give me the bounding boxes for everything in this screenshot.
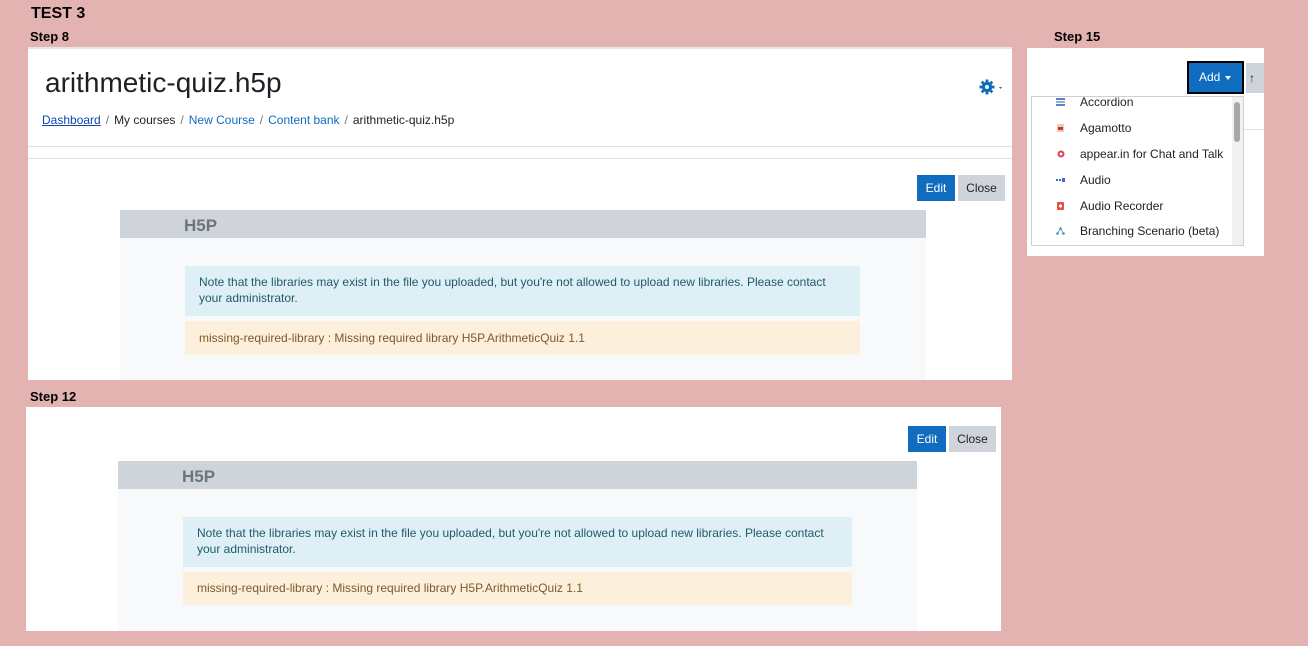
top-divider (28, 47, 1012, 49)
branching-scenario-icon (1056, 227, 1065, 235)
h5p-logo-icon: H5P (182, 467, 215, 485)
breadcrumb-new-course[interactable]: New Course (189, 113, 255, 127)
svg-text:H5P: H5P (184, 216, 217, 234)
test-title: TEST 3 (31, 5, 86, 22)
breadcrumb-content-bank[interactable]: Content bank (268, 113, 339, 127)
chevron-down-icon (1225, 75, 1232, 80)
close-button[interactable]: Close (949, 426, 996, 452)
h5p-header-bar: H5P (118, 461, 917, 489)
page-title: arithmetic-quiz.h5p (45, 67, 282, 98)
breadcrumb-my-courses: My courses (114, 113, 176, 127)
divider (1241, 129, 1264, 130)
audio-recorder-icon (1057, 202, 1064, 210)
h5p-header-bar: H5P (120, 210, 926, 238)
info-alert: Note that the libraries may exist in the… (183, 517, 852, 567)
upload-button[interactable]: ↑ (1246, 63, 1264, 93)
add-button[interactable]: Add (1187, 61, 1244, 94)
svg-text:H5P: H5P (182, 467, 215, 485)
close-button[interactable]: Close (958, 175, 1005, 201)
step12-screenshot: Edit Close H5P Note that the libraries m… (26, 407, 1001, 631)
add-dropdown-menu: Accordion Agamotto appear.in for Chat an… (1031, 96, 1244, 246)
divider (28, 146, 1012, 147)
menu-item-branching-scenario[interactable]: Branching Scenario (beta) (1032, 221, 1232, 243)
step15-screenshot: Add ↑ Accordion Agamotto appear.in for C… (1027, 48, 1264, 256)
chevron-down-icon (999, 87, 1002, 89)
gear-menu-button[interactable] (978, 77, 1008, 97)
menu-item-audio-recorder[interactable]: Audio Recorder (1032, 196, 1232, 218)
step15-label: Step 15 (1054, 29, 1101, 44)
info-alert: Note that the libraries may exist in the… (185, 266, 860, 316)
divider (28, 158, 1012, 159)
menu-item-agamotto[interactable]: Agamotto (1032, 118, 1232, 140)
upload-icon: ↑ (1249, 71, 1255, 85)
menu-item-audio[interactable]: Audio (1032, 170, 1232, 192)
breadcrumb: Dashboard / My courses / New Course / Content … (42, 113, 455, 127)
breadcrumb-current: arithmetic-quiz.h5p (352, 113, 455, 127)
agamotto-icon (1057, 124, 1064, 132)
audio-icon (1056, 178, 1065, 182)
gear-icon (979, 79, 1002, 95)
warning-alert: missing-required-library : Missing requi… (183, 572, 852, 605)
step12-label: Step 12 (30, 389, 77, 404)
step8-screenshot: arithmetic-quiz.h5p Dashboard / My courses… (28, 47, 1012, 380)
breadcrumb-dashboard[interactable]: Dashboard (42, 113, 101, 127)
appear-in-icon (1057, 150, 1065, 158)
edit-button[interactable]: Edit (917, 175, 955, 201)
h5p-content-frame: H5P Note that the libraries may exist in… (120, 210, 926, 380)
menu-item-appear-in[interactable]: appear.in for Chat and Talk (1032, 144, 1232, 166)
step8-label: Step 8 (30, 29, 70, 44)
warning-alert: missing-required-library : Missing requi… (185, 321, 860, 355)
menu-item-accordion[interactable]: Accordion (1032, 97, 1232, 114)
h5p-content-frame: H5P Note that the libraries may exist in… (118, 461, 917, 631)
scrollbar-thumb[interactable] (1234, 102, 1240, 142)
h5p-logo-icon: H5P (184, 216, 217, 234)
accordion-icon (1056, 98, 1065, 106)
edit-button[interactable]: Edit (908, 426, 946, 452)
